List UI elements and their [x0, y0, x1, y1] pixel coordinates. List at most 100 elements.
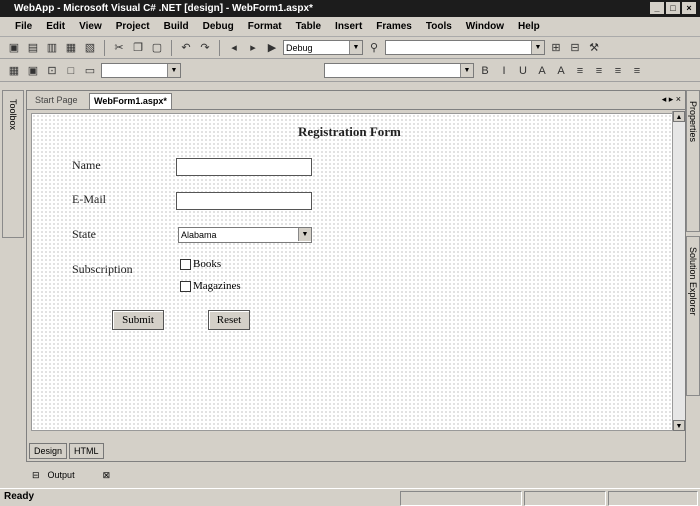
find-icon[interactable]: ⚲: [366, 40, 382, 56]
open-icon[interactable]: ▥: [44, 40, 60, 56]
status-pane: [524, 491, 606, 506]
align-right-icon[interactable]: ≡: [610, 63, 626, 79]
save-all-icon[interactable]: ▧: [82, 40, 98, 56]
output-clear-icon[interactable]: ⊠: [103, 470, 111, 481]
output-tab[interactable]: Output: [48, 470, 75, 480]
state-label: State: [72, 227, 96, 241]
solution-config-value: Debug: [286, 43, 313, 53]
toolbar-separator: [104, 39, 105, 56]
document-tabs: Start Page WebForm1.aspx* ◂ ▸ ×: [27, 91, 685, 110]
properties-side-tab[interactable]: Properties: [686, 90, 700, 232]
solution-explorer-label: Solution Explorer: [688, 247, 698, 316]
checkbox-box[interactable]: [180, 280, 191, 292]
solution-config-select[interactable]: Debug ▼: [283, 40, 363, 55]
properties-label: Properties: [688, 101, 698, 143]
bold-icon[interactable]: B: [477, 63, 493, 79]
chevron-down-icon: ▼: [349, 41, 362, 54]
magazines-checkbox[interactable]: Magazines: [180, 280, 241, 292]
toolbox-label: Toolbox: [8, 99, 18, 131]
status-pane: [608, 491, 698, 506]
copy-icon[interactable]: ❐: [130, 40, 146, 56]
reset-button[interactable]: Reset: [208, 310, 250, 330]
menu-format[interactable]: Format: [241, 21, 289, 32]
new-project-icon[interactable]: ▣: [6, 40, 22, 56]
status-text: Ready: [4, 491, 35, 502]
solution-explorer-side-tab[interactable]: Solution Explorer: [686, 236, 700, 396]
menu-frames[interactable]: Frames: [369, 21, 419, 32]
find-combo[interactable]: ▼: [385, 40, 545, 55]
block-format-icon[interactable]: ▭: [82, 63, 98, 79]
title-bar: WebApp - Microsoft Visual C# .NET [desig…: [0, 0, 700, 17]
undo-icon[interactable]: ↶: [178, 40, 194, 56]
font-name-select[interactable]: ▼: [324, 63, 474, 78]
magazines-label: Magazines: [193, 280, 241, 292]
properties-icon[interactable]: ⊟: [567, 40, 583, 56]
align-left-icon[interactable]: ≡: [572, 63, 588, 79]
email-textbox[interactable]: [176, 192, 312, 210]
menu-window[interactable]: Window: [459, 21, 511, 32]
menu-project[interactable]: Project: [109, 21, 157, 32]
solution-explorer-icon[interactable]: ⊞: [548, 40, 564, 56]
lock-icon[interactable]: ⊡: [44, 63, 60, 79]
books-checkbox[interactable]: Books: [180, 258, 221, 270]
output-icon: ⊟: [32, 469, 40, 480]
vertical-scrollbar[interactable]: ▲ ▼: [672, 111, 685, 431]
name-textbox[interactable]: [176, 158, 312, 176]
status-bar: Ready: [0, 488, 700, 506]
close-button[interactable]: ×: [682, 2, 696, 14]
state-dropdown-value: Alabama: [181, 230, 217, 240]
menu-table[interactable]: Table: [289, 21, 328, 32]
toolbar-separator: [219, 39, 220, 56]
toolbox-icon[interactable]: ⚒: [586, 40, 602, 56]
design-surface[interactable]: Registration Form Name E-Mail State Alab…: [31, 113, 673, 431]
block-format-select[interactable]: ▼: [101, 63, 181, 78]
checkbox-box[interactable]: [180, 258, 191, 270]
toolbar-separator: [171, 39, 172, 56]
snap-icon[interactable]: ▣: [25, 63, 41, 79]
menu-edit[interactable]: Edit: [39, 21, 72, 32]
navigate-back-icon[interactable]: ◂: [226, 40, 242, 56]
italic-icon[interactable]: I: [496, 63, 512, 79]
scroll-up-icon[interactable]: ▲: [673, 111, 685, 122]
standard-toolbar: ▣ ▤ ▥ ▦ ▧ ✂ ❐ ▢ ↶ ↷ ◂ ▸ ▶ Debug ▼ ⚲ ▼ ⊞ …: [0, 37, 700, 59]
justify-icon[interactable]: ≡: [629, 63, 645, 79]
menu-debug[interactable]: Debug: [196, 21, 241, 32]
form-title: Registration Form: [298, 124, 401, 139]
menu-file[interactable]: File: [8, 21, 39, 32]
chevron-down-icon: ▼: [167, 64, 180, 77]
grid-icon[interactable]: ▦: [6, 63, 22, 79]
save-icon[interactable]: ▦: [63, 40, 79, 56]
subscription-label: Subscription: [72, 262, 133, 276]
align-center-icon[interactable]: ≡: [591, 63, 607, 79]
absolute-position-icon[interactable]: □: [63, 63, 79, 79]
tab-start-page[interactable]: Start Page: [31, 93, 82, 108]
menu-help[interactable]: Help: [511, 21, 547, 32]
highlight-icon[interactable]: A: [553, 63, 569, 79]
output-bar: ⊟ Output ⊠: [26, 465, 686, 485]
tab-design[interactable]: Design: [29, 443, 68, 459]
menu-tools[interactable]: Tools: [419, 21, 459, 32]
scroll-down-icon[interactable]: ▼: [673, 420, 685, 431]
tab-webform1[interactable]: WebForm1.aspx*: [89, 93, 172, 109]
minimize-button[interactable]: _: [650, 2, 664, 14]
paste-icon[interactable]: ▢: [149, 40, 165, 56]
font-color-icon[interactable]: A: [534, 63, 550, 79]
menu-build[interactable]: Build: [157, 21, 196, 32]
tab-html[interactable]: HTML: [69, 443, 104, 459]
close-document-icon[interactable]: ◂ ▸ ×: [662, 94, 681, 105]
books-label: Books: [193, 258, 222, 270]
submit-button[interactable]: Submit: [112, 310, 164, 330]
state-dropdown[interactable]: Alabama ▼: [178, 227, 312, 243]
menu-view[interactable]: View: [72, 21, 109, 32]
navigate-forward-icon[interactable]: ▸: [245, 40, 261, 56]
chevron-down-icon: ▼: [298, 228, 311, 241]
start-icon[interactable]: ▶: [264, 40, 280, 56]
cut-icon[interactable]: ✂: [111, 40, 127, 56]
menu-insert[interactable]: Insert: [328, 21, 369, 32]
toolbox-side-tab[interactable]: Toolbox: [2, 90, 24, 238]
maximize-button[interactable]: □: [666, 2, 680, 14]
name-label: Name: [72, 158, 101, 172]
redo-icon[interactable]: ↷: [197, 40, 213, 56]
underline-icon[interactable]: U: [515, 63, 531, 79]
add-item-icon[interactable]: ▤: [25, 40, 41, 56]
